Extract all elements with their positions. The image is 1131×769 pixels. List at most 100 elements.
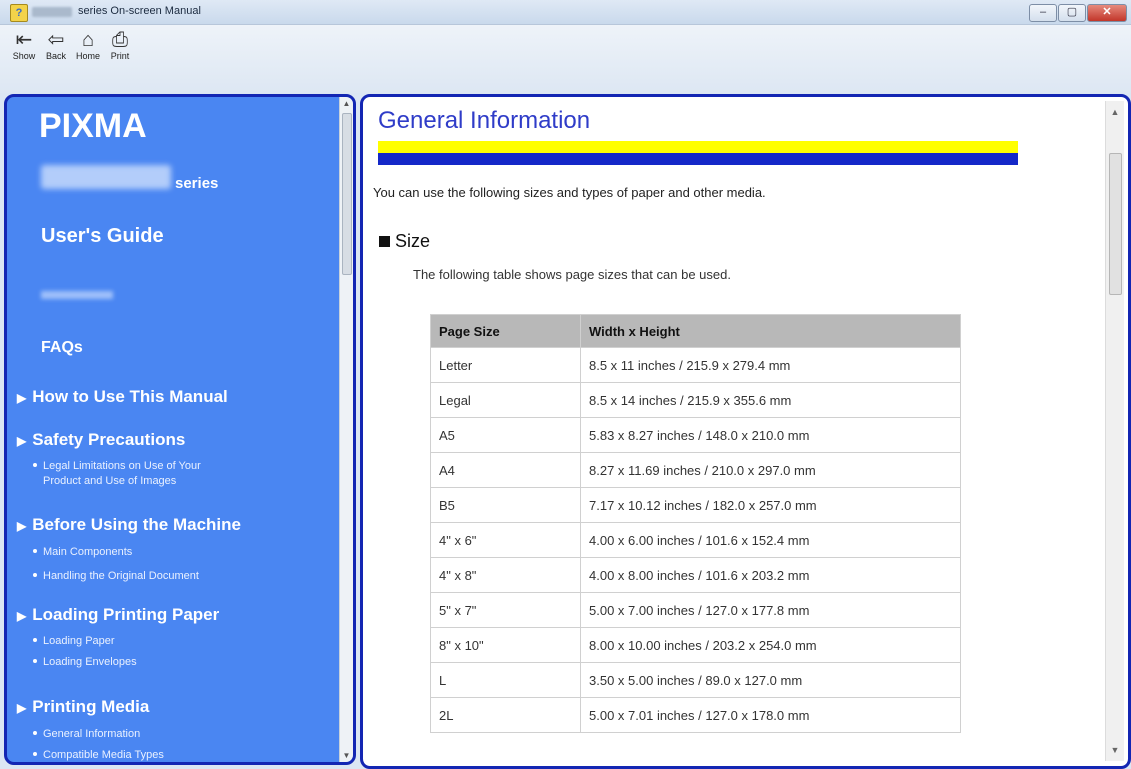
table-row: L 3.50 x 5.00 inches / 89.0 x 127.0 mm	[430, 662, 961, 698]
bullet-icon	[33, 731, 37, 736]
bullet-icon	[33, 463, 37, 468]
scroll-up-icon[interactable]: ▲	[340, 99, 353, 108]
expand-arrow-icon: ▶	[17, 434, 27, 448]
nav-sub-label: General Information	[43, 728, 141, 740]
print-label: Print	[110, 51, 130, 61]
dimensions-cell: 8.5 x 11 inches / 215.9 x 279.4 mm	[580, 347, 961, 383]
help-manual-icon: ?	[10, 4, 28, 22]
page-size-cell: 8" x 10"	[430, 627, 581, 663]
page-size-cell: 2L	[430, 697, 581, 733]
table-row: A5 5.83 x 8.27 inches / 148.0 x 210.0 mm	[430, 417, 961, 453]
bullet-icon	[33, 549, 37, 554]
dimensions-cell: 7.17 x 10.12 inches / 182.0 x 257.0 mm	[580, 487, 961, 523]
table-row: Letter 8.5 x 11 inches / 215.9 x 279.4 m…	[430, 347, 961, 383]
expand-arrow-icon: ▶	[17, 609, 27, 623]
table-row: 4" x 8" 4.00 x 8.00 inches / 101.6 x 203…	[430, 557, 961, 593]
dimensions-cell: 4.00 x 6.00 inches / 101.6 x 152.4 mm	[580, 522, 961, 558]
nav-general-information[interactable]: General Information	[33, 727, 140, 742]
content-scrollbar[interactable]: ▲ ▼	[1105, 101, 1124, 761]
table-row: 4" x 6" 4.00 x 6.00 inches / 101.6 x 152…	[430, 522, 961, 558]
nav-sub-label: Main Components	[43, 546, 133, 558]
nav-loading-paper-sub[interactable]: Loading Paper	[33, 634, 115, 649]
nav-main-components[interactable]: Main Components	[33, 545, 132, 560]
window-title: series On-screen Manual	[78, 5, 201, 17]
nav-sub-label: Compatible Media Types	[43, 749, 164, 761]
nav-sub-label: Product and Use of Images	[43, 475, 177, 487]
navigation-scrollbar[interactable]: ▲ ▼	[339, 97, 353, 762]
brand-logo: PIXMA	[39, 107, 147, 145]
bullet-icon	[33, 638, 37, 643]
nav-loading-envelopes[interactable]: Loading Envelopes	[33, 655, 137, 670]
users-guide-title: User's Guide	[41, 225, 164, 247]
nav-sub-label: Legal Limitations on Use of Your	[43, 460, 201, 472]
nav-sub-label: Loading Envelopes	[43, 656, 137, 668]
dimensions-cell: 5.00 x 7.01 inches / 127.0 x 178.0 mm	[580, 697, 961, 733]
page-size-cell: Letter	[430, 347, 581, 383]
scroll-up-icon[interactable]: ▲	[1106, 107, 1124, 117]
home-icon: ⌂	[81, 29, 95, 51]
table-header-row: Page Size Width x Height	[430, 314, 961, 348]
section-description: The following table shows page sizes tha…	[413, 267, 731, 282]
title-bar: ? series On-screen Manual – ▢ ✕	[0, 0, 1131, 25]
page-title: General Information	[378, 107, 591, 134]
table-row: A4 8.27 x 11.69 inches / 210.0 x 297.0 m…	[430, 452, 961, 488]
table-row: Legal 8.5 x 14 inches / 215.9 x 355.6 mm	[430, 382, 961, 418]
content-pane: General Information You can use the foll…	[360, 94, 1131, 769]
print-button[interactable]: ⎙ Print	[104, 27, 136, 61]
scroll-down-icon[interactable]: ▼	[1106, 745, 1124, 755]
printer-icon: ⎙	[112, 29, 128, 51]
section-heading: Size	[379, 231, 430, 252]
faqs-link[interactable]: FAQs	[41, 339, 83, 357]
close-button[interactable]: ✕	[1087, 4, 1127, 22]
nav-section-label: Safety Precautions	[32, 430, 186, 449]
home-label: Home	[75, 51, 100, 61]
series-label: series	[175, 175, 219, 192]
square-bullet-icon	[379, 236, 390, 247]
nav-section-label: Loading Printing Paper	[32, 605, 220, 624]
bullet-icon	[33, 573, 37, 578]
nav-before-using[interactable]: ▶ Before Using the Machine	[17, 515, 241, 535]
title-underline-yellow	[378, 141, 1018, 153]
page-size-cell: A4	[430, 452, 581, 488]
minimize-button[interactable]: –	[1029, 4, 1057, 22]
scroll-down-icon[interactable]: ▼	[340, 751, 353, 760]
back-label: Back	[45, 51, 66, 61]
nav-compatible-media[interactable]: Compatible Media Types	[33, 748, 164, 762]
table-row: B5 7.17 x 10.12 inches / 182.0 x 257.0 m…	[430, 487, 961, 523]
back-button[interactable]: ⇦ Back	[40, 27, 72, 61]
maximize-button[interactable]: ▢	[1058, 4, 1086, 22]
nav-section-label: Printing Media	[32, 697, 150, 716]
page-size-cell: A5	[430, 417, 581, 453]
expand-arrow-icon: ▶	[17, 391, 27, 405]
nav-how-to-use[interactable]: ▶ How to Use This Manual	[17, 387, 228, 407]
nav-safety-precautions[interactable]: ▶ Safety Precautions	[17, 430, 185, 450]
toolbar: ⇤ Show ⇦ Back ⌂ Home ⎙ Print	[0, 25, 1131, 93]
nav-loading-paper[interactable]: ▶ Loading Printing Paper	[17, 605, 219, 625]
dimensions-cell: 8.5 x 14 inches / 215.9 x 355.6 mm	[580, 382, 961, 418]
dimensions-cell: 5.83 x 8.27 inches / 148.0 x 210.0 mm	[580, 417, 961, 453]
page-size-cell: 4" x 8"	[430, 557, 581, 593]
bullet-icon	[33, 752, 37, 757]
bullet-icon	[33, 659, 37, 664]
show-button[interactable]: ⇤ Show	[8, 27, 40, 61]
back-arrow-icon: ⇦	[47, 29, 65, 51]
scroll-thumb[interactable]	[342, 113, 352, 275]
redacted-code	[41, 291, 113, 299]
title-underline-blue	[378, 153, 1018, 165]
section-heading-text: Size	[395, 231, 431, 251]
dimensions-cell: 3.50 x 5.00 inches / 89.0 x 127.0 mm	[580, 662, 961, 698]
nav-handling-original[interactable]: Handling the Original Document	[33, 569, 199, 584]
page-size-cell: 4" x 6"	[430, 522, 581, 558]
home-button[interactable]: ⌂ Home	[72, 27, 104, 61]
nav-legal-limitations[interactable]: Legal Limitations on Use of Your Product…	[33, 459, 201, 489]
intro-text: You can use the following sizes and type…	[373, 185, 766, 200]
expand-arrow-icon: ▶	[17, 519, 27, 533]
table-row: 8" x 10" 8.00 x 10.00 inches / 203.2 x 2…	[430, 627, 961, 663]
page-size-cell: L	[430, 662, 581, 698]
nav-printing-media[interactable]: ▶ Printing Media	[17, 697, 149, 717]
nav-section-label: Before Using the Machine	[32, 515, 241, 534]
column-header: Page Size	[430, 314, 581, 348]
scroll-thumb[interactable]	[1109, 153, 1122, 295]
expand-arrow-icon: ▶	[17, 701, 27, 715]
page-size-cell: Legal	[430, 382, 581, 418]
